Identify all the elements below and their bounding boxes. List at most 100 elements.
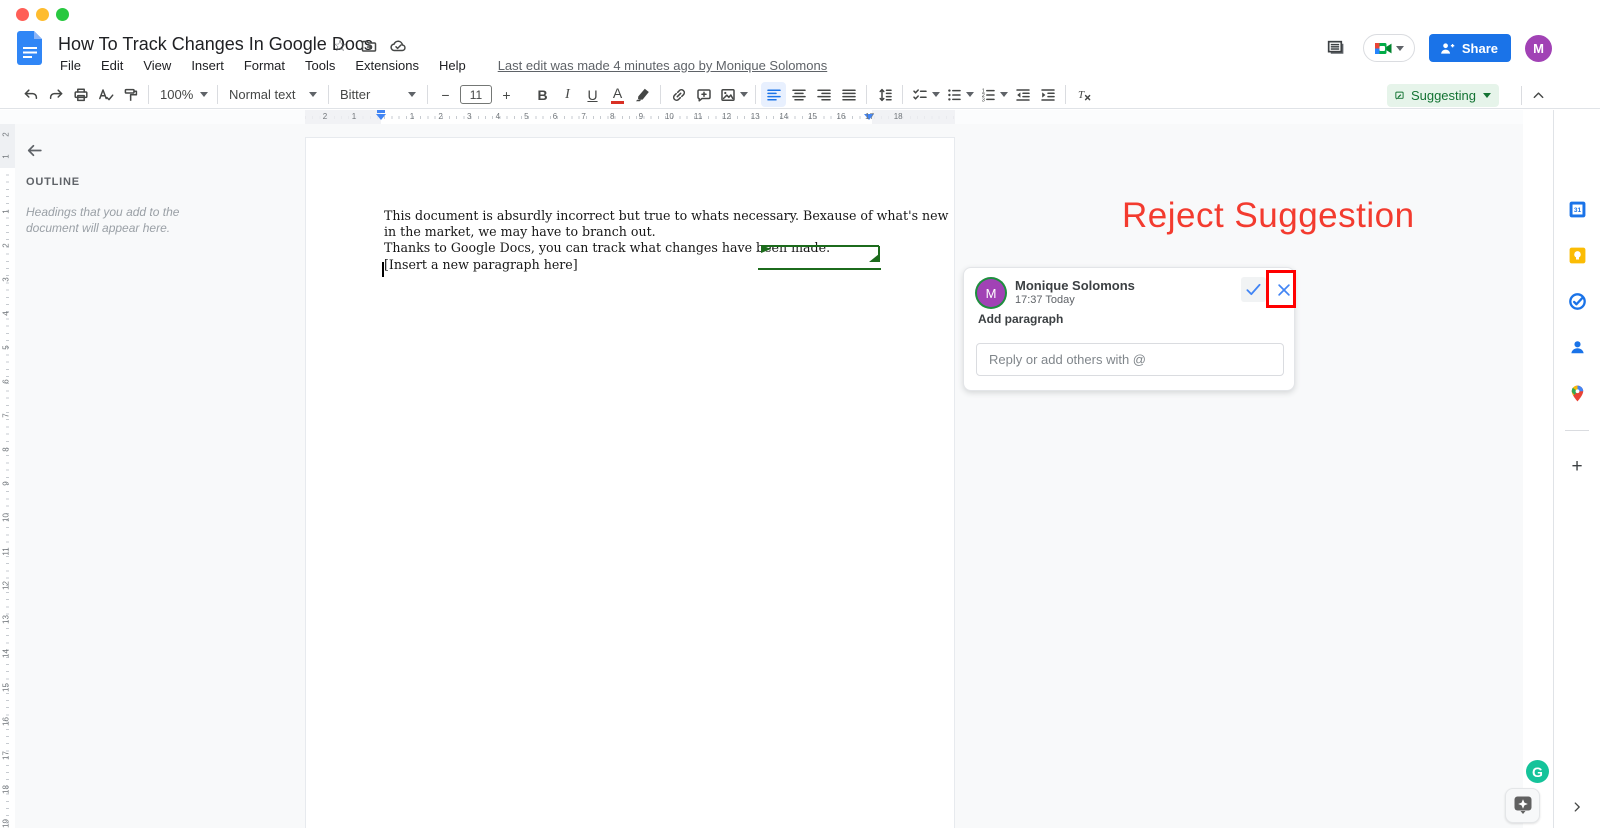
ruler-number: 11	[1, 547, 11, 556]
highlight-color-button[interactable]	[630, 82, 655, 107]
accept-suggestion-button[interactable]	[1241, 277, 1266, 302]
justify-button[interactable]	[836, 82, 861, 107]
menu-tools[interactable]: Tools	[303, 56, 337, 75]
text-color-button[interactable]: A	[605, 82, 630, 107]
ruler-number: 8	[1, 447, 11, 452]
window-minimize-button[interactable]	[36, 8, 49, 21]
add-comment-button[interactable]	[691, 82, 716, 107]
google-meet-button[interactable]	[1362, 34, 1415, 62]
checklist-button[interactable]	[908, 82, 942, 107]
ruler-number: 15	[1, 683, 11, 692]
last-edit-link[interactable]: Last edit was made 4 minutes ago by Moni…	[496, 56, 830, 75]
google-docs-logo-icon[interactable]	[17, 31, 43, 65]
close-outline-back-arrow-icon[interactable]	[22, 138, 46, 162]
bulleted-list-button[interactable]	[942, 82, 976, 107]
hide-menus-chevron-icon[interactable]	[1528, 85, 1548, 105]
font-size-increase-button[interactable]: +	[494, 82, 519, 107]
font-select[interactable]: Bitter	[334, 82, 422, 107]
window-close-button[interactable]	[16, 8, 29, 21]
insert-image-button[interactable]	[716, 82, 750, 107]
google-calendar-icon[interactable]: 31	[1564, 196, 1590, 222]
font-size-decrease-button[interactable]: −	[433, 82, 458, 107]
menu-help[interactable]: Help	[437, 56, 468, 75]
reject-x-icon	[1278, 283, 1290, 296]
menu-edit[interactable]: Edit	[99, 56, 125, 75]
document-page[interactable]: This document is absurdly incorrect but …	[305, 137, 955, 828]
ruler-number: 13	[1, 615, 11, 624]
share-button[interactable]: Share	[1428, 34, 1511, 62]
ruler-number: 9	[1, 481, 11, 486]
increase-indent-button[interactable]	[1035, 82, 1060, 107]
svg-text:T: T	[1078, 89, 1085, 101]
document-title[interactable]: How To Track Changes In Google Docs	[58, 34, 373, 55]
suggesting-mode-button[interactable]: Suggesting	[1387, 84, 1499, 107]
horizontal-ruler-page-strip	[305, 110, 955, 124]
paragraph-style-value: Normal text	[229, 87, 296, 102]
explore-button[interactable]	[1505, 788, 1540, 823]
print-button[interactable]	[68, 82, 93, 107]
undo-button[interactable]	[18, 82, 43, 107]
menu-insert[interactable]: Insert	[189, 56, 226, 75]
align-right-button[interactable]	[811, 82, 836, 107]
italic-button[interactable]: I	[555, 82, 580, 107]
menu-view[interactable]: View	[141, 56, 173, 75]
google-tasks-icon[interactable]	[1564, 288, 1590, 314]
comment-avatar: M	[977, 279, 1005, 307]
left-indent-marker[interactable]	[376, 110, 386, 120]
suggested-paragraph-mark[interactable]	[758, 242, 884, 274]
ruler-number: 14	[779, 112, 789, 121]
checklist-caret	[931, 92, 940, 97]
ruler-number: 2	[322, 112, 328, 121]
get-add-ons-plus-icon[interactable]: +	[1564, 454, 1590, 480]
document-status-cloud-icon[interactable]	[388, 36, 408, 56]
window-fullscreen-button[interactable]	[56, 8, 69, 21]
google-contacts-icon[interactable]	[1564, 334, 1590, 360]
underline-button[interactable]: U	[580, 82, 605, 107]
ruler-number: 1	[1, 209, 11, 214]
google-keep-icon[interactable]	[1564, 242, 1590, 268]
show-side-panel-chevron-icon[interactable]	[1564, 794, 1590, 820]
doc-line-2: in the market, we may have to branch out…	[384, 224, 656, 240]
ruler-number: 10	[664, 112, 674, 121]
comment-author-name: Monique Solomons	[1015, 278, 1135, 293]
zoom-select[interactable]: 100%	[154, 82, 212, 107]
ruler-number: 4	[1, 311, 11, 316]
google-maps-icon[interactable]	[1564, 380, 1590, 406]
profile-avatar[interactable]: M	[1525, 34, 1552, 62]
share-button-label: Share	[1461, 40, 1498, 56]
menu-file[interactable]: File	[58, 56, 83, 75]
bold-button[interactable]: B	[530, 82, 555, 107]
insert-link-button[interactable]	[666, 82, 691, 107]
align-left-button[interactable]	[761, 82, 786, 107]
move-folder-icon[interactable]	[359, 36, 379, 56]
decrease-indent-button[interactable]	[1010, 82, 1035, 107]
meet-dropdown-caret	[1395, 45, 1404, 51]
horizontal-ruler[interactable]: 2 1 1 2 3 4 5 6 7 8 9 10 11 12 13 14 15 16 17 18	[0, 110, 1523, 124]
suggesting-pencil-icon	[1395, 91, 1404, 100]
menu-extensions[interactable]: Extensions	[353, 56, 421, 75]
comment-history-icon[interactable]	[1323, 35, 1349, 61]
menu-format[interactable]: Format	[242, 56, 287, 75]
star-icon[interactable]: ☆	[330, 36, 350, 56]
google-docs-window: How To Track Changes In Google Docs ☆ Fi…	[0, 0, 1600, 828]
spell-check-button[interactable]	[93, 82, 118, 107]
line-spacing-button[interactable]	[872, 82, 897, 107]
redo-button[interactable]	[43, 82, 68, 107]
font-size-input[interactable]: 11	[460, 85, 492, 104]
bulleted-list-caret	[965, 92, 974, 97]
suggesting-mode-label: Suggesting	[1410, 88, 1476, 103]
paint-format-button[interactable]	[118, 82, 143, 107]
document-canvas: 2 1 1 2 3 4 5 6 7 8 9 10 11 12 13 14 15 16 17 18 19 OUTLINE …	[0, 124, 1523, 828]
suggestion-comment-card[interactable]: M Monique Solomons 17:37 Today Add parag…	[963, 267, 1296, 391]
align-center-button[interactable]	[786, 82, 811, 107]
grammarly-icon[interactable]: G	[1526, 760, 1549, 783]
comment-reply-input[interactable]	[976, 343, 1284, 376]
svg-text:3: 3	[981, 97, 984, 103]
ruler-number: 12	[1, 581, 11, 590]
numbered-list-button[interactable]: 123	[976, 82, 1010, 107]
paragraph-style-select[interactable]: Normal text	[223, 82, 323, 107]
ruler-number: 1	[409, 112, 415, 121]
google-meet-icon	[1374, 42, 1392, 54]
clear-formatting-button[interactable]: T	[1071, 82, 1096, 107]
reject-suggestion-button[interactable]	[1273, 277, 1295, 302]
